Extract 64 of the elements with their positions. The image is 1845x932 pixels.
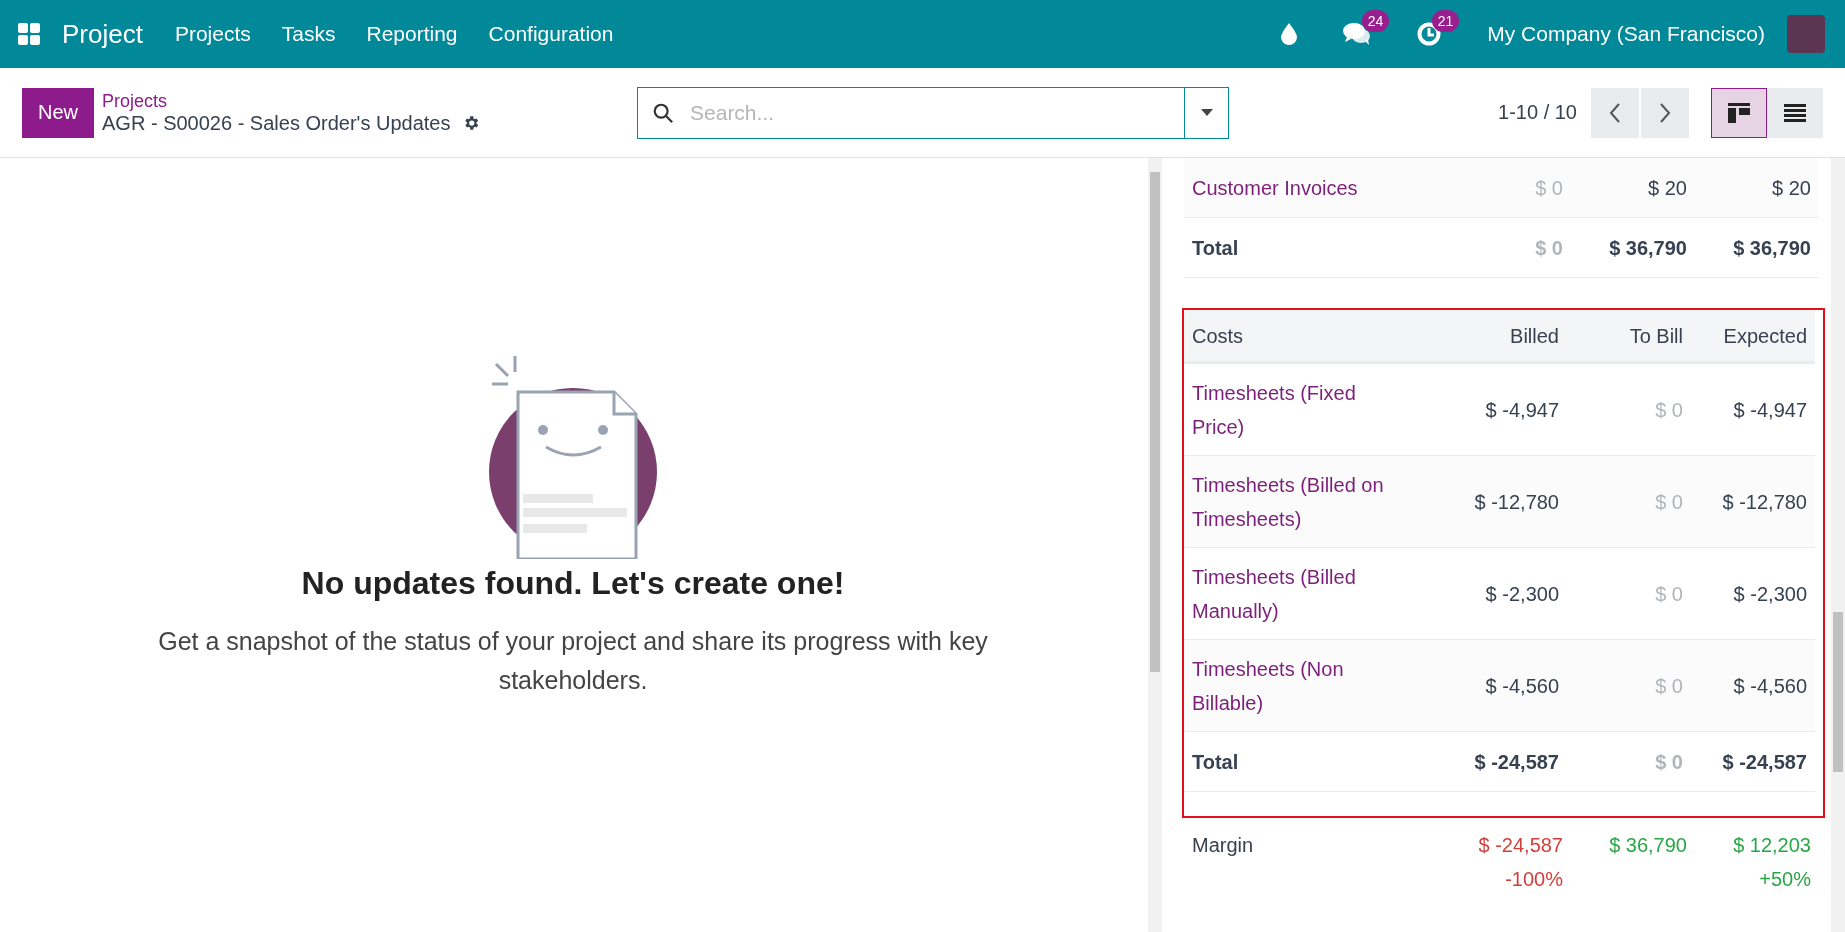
kanban-icon (1728, 102, 1750, 123)
message-count-badge: 24 (1361, 10, 1390, 32)
margin-percent: +50% (1759, 867, 1811, 892)
list-icon (1784, 103, 1806, 122)
page-title: AGR - S00026 - Sales Order's Updates (102, 111, 451, 135)
amount-cell-text: $ 0 (1654, 749, 1683, 775)
margin-label: Margin (1192, 833, 1255, 858)
caret-icon (1200, 109, 1213, 116)
amount-cell-text: $ -24,587 (1473, 749, 1559, 775)
amount-cell-text: $ 0 (1534, 235, 1563, 261)
pager-value[interactable]: 1-10 / 10 (1498, 101, 1577, 124)
breadcrumb-link[interactable]: Projects (102, 90, 637, 112)
line-link[interactable]: Timesheets (Billed on Timesheets) (1192, 467, 1409, 536)
activity-count-badge: 21 (1431, 10, 1460, 32)
line-link[interactable]: Timesheets (Fixed Price) (1192, 375, 1409, 444)
margin-amount: $ 12,203 (1733, 833, 1811, 858)
amount-cell-text: $ 0 (1654, 581, 1683, 607)
amount-cell-text: $ 0 (1654, 489, 1683, 515)
menu-item[interactable]: Configuration (488, 22, 614, 46)
line-link[interactable]: Timesheets (Billed Manually) (1192, 559, 1409, 628)
column-header: Expected (1722, 323, 1807, 349)
amount-cell-text: $ 0 (1654, 673, 1683, 699)
amount-cell-text: $ -4,947 (1732, 397, 1807, 423)
total-label: Total (1192, 235, 1240, 261)
amount-cell-text: $ -2,300 (1732, 581, 1807, 607)
amount-cell-text: $ 0 (1654, 397, 1683, 423)
line-link[interactable]: Customer Invoices (1192, 170, 1412, 205)
view-switch-button[interactable] (1711, 87, 1767, 138)
total-label: Total (1192, 749, 1240, 775)
column-header: Costs (1192, 323, 1245, 349)
amount-cell-text: $ 20 (1771, 175, 1811, 201)
previous-button[interactable] (1591, 87, 1639, 138)
amount-cell-text: $ -4,947 (1484, 397, 1559, 423)
amount-cell-text: $ 36,790 (1732, 235, 1811, 261)
new-button[interactable]: New (22, 87, 94, 138)
margin-amount: $ -24,587 (1478, 833, 1563, 858)
empty-state-text: Get a snapshot of the status of your project and share its progress with key stakeholders. (157, 626, 989, 696)
amount-cell-text: $ -2,300 (1484, 581, 1559, 607)
menu-item[interactable]: Reporting (366, 22, 458, 46)
company-name[interactable]: My Company (San Francisco) (1487, 22, 1765, 46)
amount-cell-text: $ -12,780 (1721, 489, 1807, 515)
amount-cell-text: $ 36,790 (1608, 235, 1687, 261)
column-header: To Bill (1628, 323, 1683, 349)
app-title[interactable]: Project (62, 18, 143, 50)
margin-percent: -100% (1505, 867, 1563, 892)
empty-state-title: No updates found. Let's create one! (301, 565, 845, 602)
chevron-left-icon (1609, 102, 1621, 123)
amount-cell-text: $ 0 (1534, 175, 1563, 201)
menu-item[interactable]: Projects (174, 22, 251, 46)
search-icon (652, 101, 674, 124)
apps-grid-icon[interactable] (18, 23, 40, 45)
line-link[interactable]: Timesheets (Non Billable) (1192, 651, 1409, 720)
margin-amount: $ 36,790 (1609, 833, 1687, 858)
amount-cell-text: $ -4,560 (1484, 673, 1559, 699)
menu-item[interactable]: Tasks (281, 22, 336, 46)
drop-icon[interactable] (1281, 23, 1298, 45)
amount-cell-text: $ -24,587 (1721, 749, 1807, 775)
amount-cell-text: $ 20 (1647, 175, 1687, 201)
search-field[interactable]: Search... (637, 86, 1229, 139)
next-button[interactable] (1641, 87, 1689, 138)
amount-cell-text: $ -12,780 (1473, 489, 1559, 515)
chevron-right-icon (1659, 102, 1671, 123)
amount-cell-text: $ -4,560 (1732, 673, 1807, 699)
column-header: Billed (1509, 323, 1559, 349)
